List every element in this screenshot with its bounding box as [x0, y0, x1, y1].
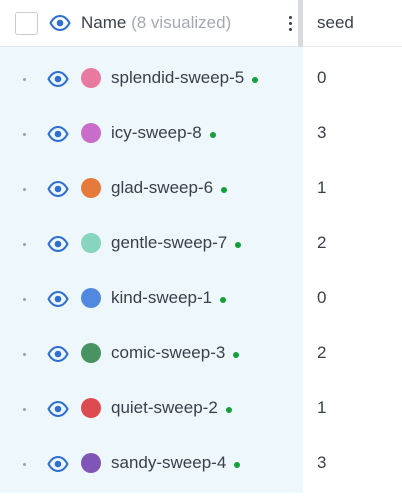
run-name-label: quiet-sweep-2 [111, 398, 218, 417]
run-name[interactable]: splendid-sweep-5 [111, 68, 259, 88]
visualized-count: (8 visualized) [131, 13, 232, 32]
eye-icon[interactable] [47, 344, 69, 364]
column-menu-icon[interactable] [284, 13, 296, 33]
select-all-checkbox[interactable] [15, 12, 38, 35]
eye-icon[interactable] [47, 289, 69, 309]
run-color-swatch[interactable] [81, 453, 101, 473]
run-name[interactable]: gentle-sweep-7 [111, 233, 242, 253]
seed-value: 3 [317, 123, 327, 142]
run-name-label: comic-sweep-3 [111, 343, 226, 362]
run-name[interactable]: comic-sweep-3 [111, 343, 240, 363]
drag-handle[interactable] [23, 243, 26, 246]
eye-icon[interactable] [47, 69, 69, 89]
drag-handle[interactable] [23, 188, 26, 191]
seed-value: 1 [317, 398, 327, 417]
drag-handle[interactable] [23, 78, 26, 81]
run-name-label: glad-sweep-6 [111, 178, 214, 197]
run-color-swatch[interactable] [81, 288, 101, 308]
status-dot [220, 296, 227, 303]
name-label: Name [81, 13, 127, 32]
eye-icon[interactable] [47, 454, 69, 474]
drag-handle[interactable] [23, 463, 26, 466]
table-row[interactable]: sandy-sweep-4 3 [0, 437, 402, 492]
run-name[interactable]: quiet-sweep-2 [111, 398, 232, 418]
run-color-swatch[interactable] [81, 398, 101, 418]
eye-icon[interactable] [47, 399, 69, 419]
table-row[interactable]: gentle-sweep-7 2 [0, 217, 402, 272]
table-row[interactable]: splendid-sweep-5 0 [0, 52, 402, 107]
seed-value: 1 [317, 178, 327, 197]
seed-value: 3 [317, 453, 327, 472]
status-dot [233, 351, 240, 358]
status-dot [235, 241, 242, 248]
run-name-label: sandy-sweep-4 [111, 453, 227, 472]
status-dot [225, 406, 232, 413]
table-row[interactable]: comic-sweep-3 2 [0, 327, 402, 382]
eye-icon[interactable] [49, 13, 71, 33]
run-name-label: kind-sweep-1 [111, 288, 213, 307]
runs-table: Name (8 visualized) seed splendid-sweep-… [0, 0, 402, 503]
drag-handle[interactable] [23, 133, 26, 136]
drag-handle[interactable] [23, 353, 26, 356]
run-color-swatch[interactable] [81, 123, 101, 143]
status-dot [234, 461, 241, 468]
seed-column-header[interactable]: seed [317, 13, 354, 33]
eye-icon[interactable] [47, 234, 69, 254]
drag-handle[interactable] [23, 298, 26, 301]
table-row[interactable]: glad-sweep-6 1 [0, 162, 402, 217]
table-row[interactable]: quiet-sweep-2 1 [0, 382, 402, 437]
eye-icon[interactable] [47, 124, 69, 144]
run-name[interactable]: kind-sweep-1 [111, 288, 227, 308]
run-color-swatch[interactable] [81, 68, 101, 88]
status-dot [252, 76, 259, 83]
name-column-header[interactable]: Name (8 visualized) [81, 13, 231, 33]
run-color-swatch[interactable] [81, 343, 101, 363]
run-name-label: splendid-sweep-5 [111, 68, 245, 87]
eye-icon[interactable] [47, 179, 69, 199]
column-resize-handle[interactable] [298, 0, 303, 47]
status-dot [221, 186, 228, 193]
drag-handle[interactable] [23, 408, 26, 411]
status-dot [209, 131, 216, 138]
run-color-swatch[interactable] [81, 178, 101, 198]
seed-value: 2 [317, 233, 327, 252]
table-header: Name (8 visualized) seed [0, 0, 402, 47]
run-color-swatch[interactable] [81, 233, 101, 253]
run-name[interactable]: icy-sweep-8 [111, 123, 216, 143]
table-row[interactable]: kind-sweep-1 0 [0, 272, 402, 327]
run-name[interactable]: glad-sweep-6 [111, 178, 228, 198]
seed-value: 0 [317, 68, 327, 87]
seed-value: 2 [317, 343, 327, 362]
seed-value: 0 [317, 288, 327, 307]
run-name-label: icy-sweep-8 [111, 123, 202, 142]
table-row[interactable]: icy-sweep-8 3 [0, 107, 402, 162]
run-name[interactable]: sandy-sweep-4 [111, 453, 241, 473]
run-name-label: gentle-sweep-7 [111, 233, 228, 252]
